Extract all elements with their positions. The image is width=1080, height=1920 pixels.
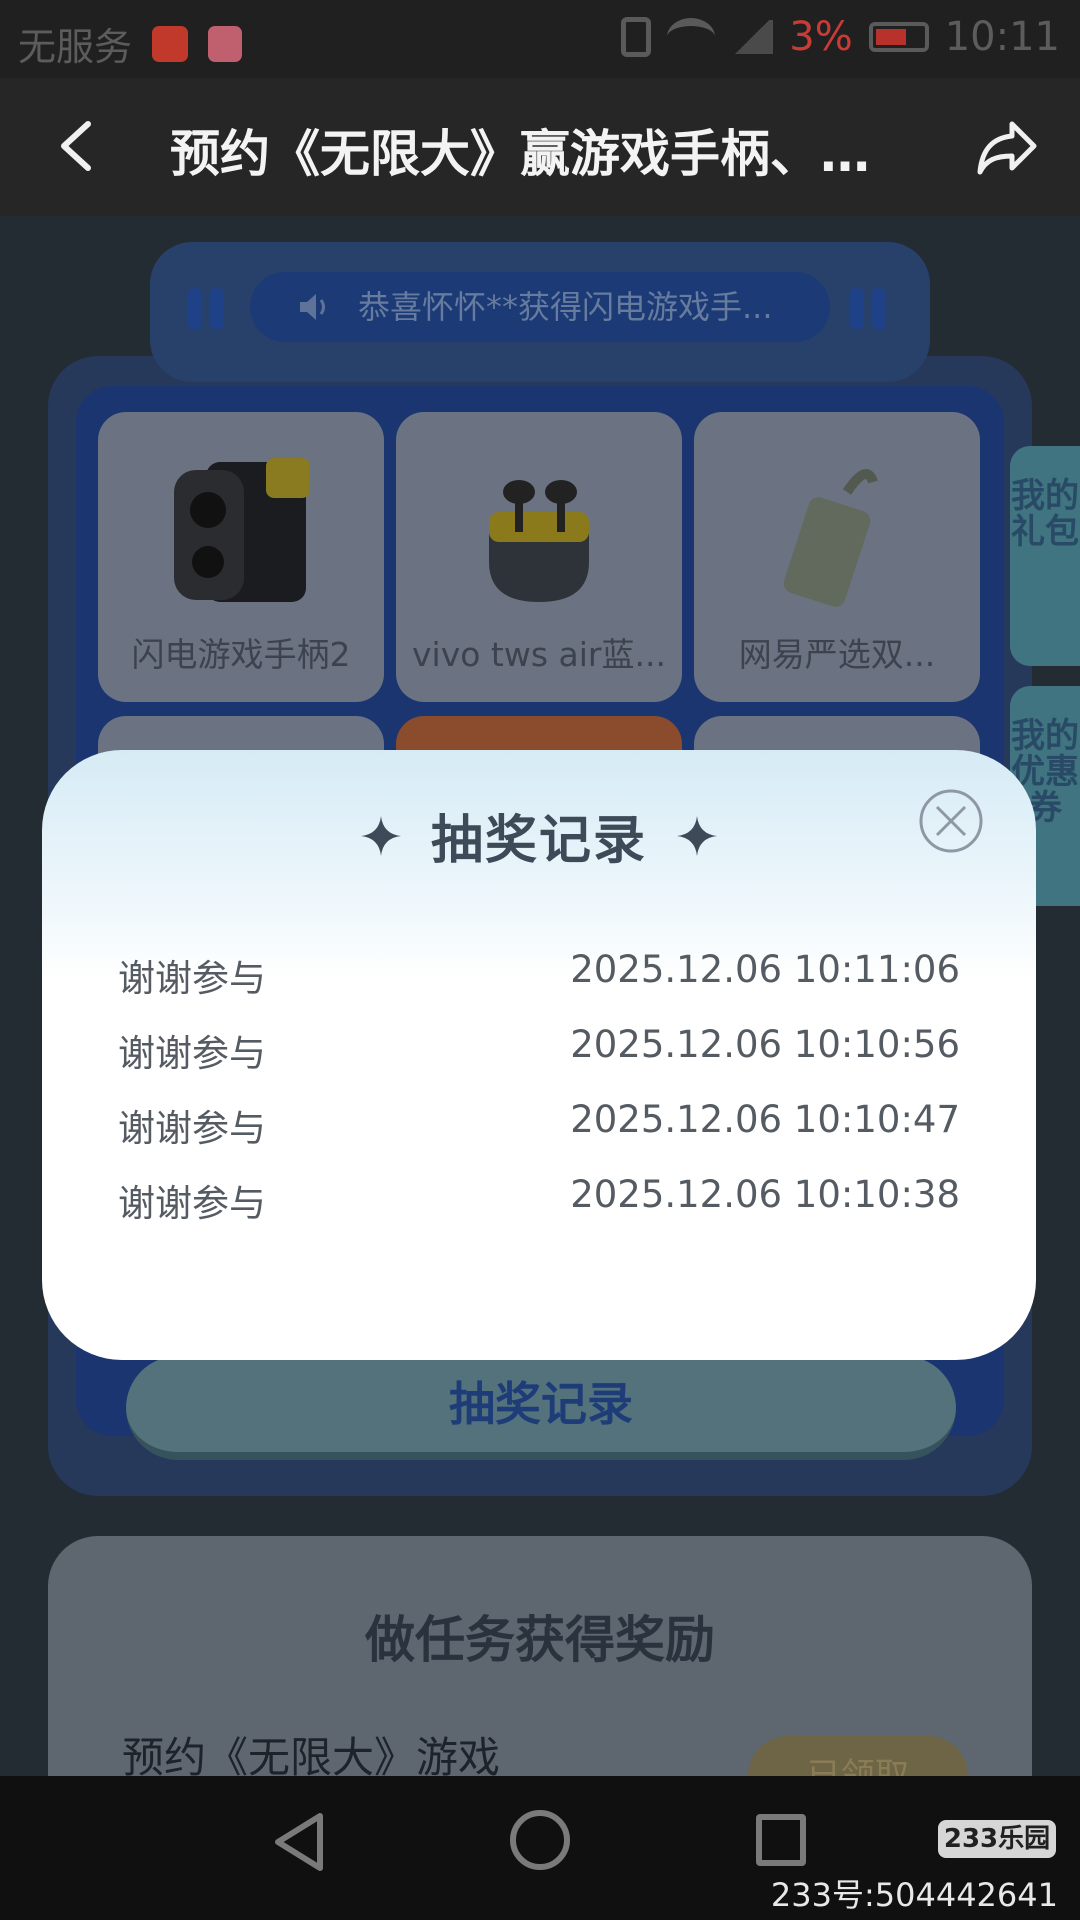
winner-ticker: 恭喜怀怀**获得闪电游戏手... [250,272,830,342]
my-gift-tab[interactable]: 我的礼包 [1010,446,1080,666]
prize-item[interactable]: 网易严选双... [694,412,980,702]
sparkle-icon [677,815,717,856]
prize-label: 闪电游戏手柄2 [131,635,351,674]
gamepad-image [174,458,310,602]
battery-app-icon [208,25,243,62]
prize-item[interactable]: vivo tws air蓝... [396,412,682,702]
battery-percent: 3% [789,14,853,60]
record-time: 2025.12.06 10:10:47 [570,1098,960,1141]
my-gift-label: 我的礼包 [1011,476,1079,552]
prize-item[interactable]: 闪电游戏手柄2 [98,412,384,702]
system-navigation-bar: 233乐园 233号:504442641 [0,1776,1080,1920]
record-result: 谢谢参与 [118,1107,266,1150]
prize-label: vivo tws air蓝... [412,635,666,674]
app-bar: 预约《无限大》赢游戏手柄、蓝牙... [0,78,1080,216]
nav-back-icon[interactable] [268,1810,332,1874]
record-row: 谢谢参与 2025.12.06 10:10:47 [118,1098,960,1158]
carrier-label: 无服务 [18,25,133,69]
record-row: 谢谢参与 2025.12.06 10:11:06 [118,948,960,1008]
record-time: 2025.12.06 10:10:56 [570,1023,960,1066]
huawei-app-icon [152,25,189,62]
ticker-decoration-left [188,288,230,330]
sparkle-icon [360,815,401,856]
dialog-header: 抽奖记录 [42,798,1036,873]
close-icon[interactable] [918,788,984,854]
record-time: 2025.12.06 10:11:06 [570,948,960,991]
record-result: 谢谢参与 [118,957,266,1000]
screen: 无服务 3% 10:11 预约《无限大》赢游戏手柄、蓝牙... 恭喜怀怀**获得… [0,0,1080,1920]
status-right: 3% 10:11 [621,14,1060,60]
chevron-left-icon[interactable] [50,118,106,174]
record-result: 谢谢参与 [118,1032,266,1075]
speaker-icon [300,294,325,320]
dialog-title: 抽奖记录 [430,811,647,871]
nav-home-icon[interactable] [510,1810,570,1870]
power-bank-image [783,469,878,607]
wifi-icon [667,18,716,56]
battery-icon [868,22,929,52]
share-icon[interactable] [974,114,1040,180]
vibrate-icon [621,17,652,57]
earbuds-image [489,480,589,602]
nav-recents-icon[interactable] [756,1814,806,1866]
draw-record-button[interactable]: 抽奖记录 [126,1356,956,1460]
ticker-decoration-right [850,288,892,330]
watermark-id: 233号:504442641 [770,1876,1058,1914]
record-row: 谢谢参与 2025.12.06 10:10:56 [118,1023,960,1083]
record-time: 2025.12.06 10:10:38 [570,1173,960,1216]
status-left: 无服务 [18,16,243,71]
prize-label: 网易严选双... [738,635,936,674]
draw-record-dialog: 抽奖记录 谢谢参与 2025.12.06 10:11:06 谢谢参与 2025.… [42,750,1036,1360]
signal-icon [731,20,774,54]
watermark-logo: 233乐园 [938,1820,1056,1858]
clock: 10:11 [944,14,1060,60]
record-row: 谢谢参与 2025.12.06 10:10:38 [118,1173,960,1233]
ticker-text: 恭喜怀怀**获得闪电游戏手... [358,288,773,326]
record-result: 谢谢参与 [118,1182,266,1225]
status-bar: 无服务 3% 10:11 [0,0,1080,78]
task-card-title: 做任务获得奖励 [48,1600,1032,1672]
task-card-title-text: 做任务获得奖励 [365,1611,715,1669]
page-title: 预约《无限大》赢游戏手柄、蓝牙... [170,125,910,183]
